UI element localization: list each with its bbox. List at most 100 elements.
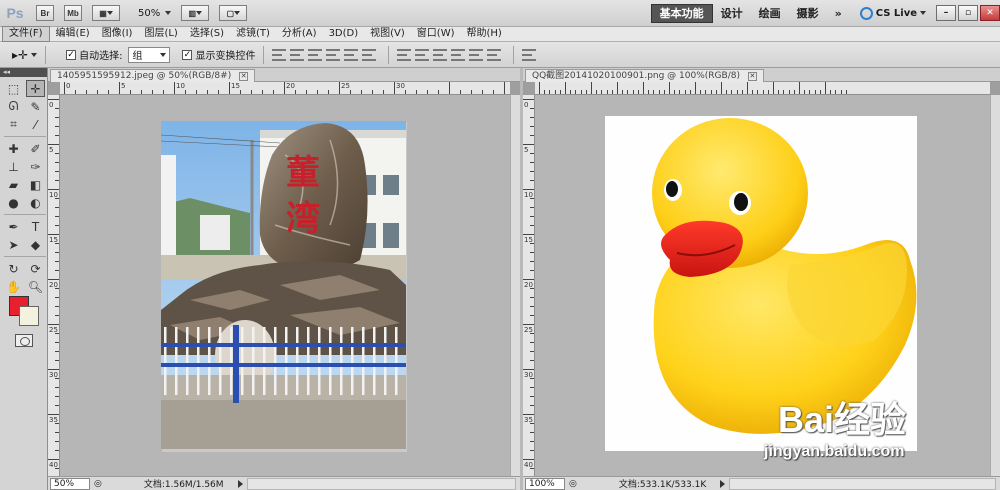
ruler-tick	[530, 225, 534, 226]
brush-tool-icon[interactable]: ✐	[26, 140, 45, 157]
align-hcenter-icon[interactable]	[344, 48, 359, 61]
move-tool-icon[interactable]: ✛	[26, 80, 45, 97]
zoom-field[interactable]: 100%	[525, 477, 565, 490]
lasso-tool-icon[interactable]: ᘏ	[4, 98, 23, 115]
quick-select-tool-icon[interactable]: ✎	[26, 98, 45, 115]
menu-item-3[interactable]: 图层(L)	[138, 27, 183, 41]
document-tab-2[interactable]: QQ截图20141020100901.png @ 100%(RGB/8) ✕	[525, 69, 764, 82]
horizontal-scrollbar[interactable]	[246, 477, 516, 490]
align-vcenter-icon[interactable]	[290, 48, 305, 61]
menu-item-4[interactable]: 选择(S)	[184, 27, 230, 41]
ruler-tick	[523, 234, 534, 235]
distribute-top-icon[interactable]	[397, 48, 412, 61]
status-info-icon[interactable]: ◎	[94, 479, 102, 489]
horizontal-ruler[interactable]: 0 5 10 15 20 25 30	[60, 82, 510, 95]
align-bottom-icon[interactable]	[308, 48, 323, 61]
tools-panel-header[interactable]: ◂◂	[0, 68, 47, 77]
horizontal-scrollbar[interactable]	[729, 477, 996, 490]
horizontal-ruler[interactable]	[535, 82, 990, 95]
blur-tool-icon[interactable]: ●	[4, 194, 23, 211]
tool-preset-picker[interactable]: ▸✛	[12, 48, 38, 62]
auto-select-checkbox[interactable]: ✓ 自动选择:	[66, 47, 122, 62]
menu-item-0[interactable]: 文件(F)	[2, 26, 50, 42]
menu-item-2[interactable]: 图像(I)	[96, 27, 139, 41]
ruler-tick	[530, 261, 534, 262]
launch-minibridge-button[interactable]: Mb	[64, 5, 82, 21]
document-tab-1[interactable]: 1405951595912.jpeg @ 50%(RGB/8#) ✕	[50, 69, 256, 82]
restore-icon[interactable]: ▫	[958, 5, 978, 21]
marquee-tool-icon[interactable]: ⬚	[4, 80, 23, 97]
screen-mode-button[interactable]: ▢	[219, 5, 248, 21]
eyedropper-tool-icon[interactable]: ⁄	[26, 116, 45, 133]
vertical-scrollbar[interactable]	[510, 95, 520, 476]
zoom-tool-icon[interactable]: 🔍︎	[26, 278, 45, 295]
close-icon[interactable]: ✕	[239, 72, 249, 81]
close-icon[interactable]: ✕	[747, 72, 757, 81]
workspace-0[interactable]: 基本功能	[650, 3, 713, 23]
workspace-3[interactable]: 摄影	[789, 5, 827, 21]
menu-item-8[interactable]: 视图(V)	[364, 27, 411, 41]
workspace-2[interactable]: 绘画	[751, 5, 789, 21]
crop-tool-icon[interactable]: ⌗	[4, 116, 23, 133]
menu-item-6[interactable]: 分析(A)	[276, 27, 323, 41]
view-extras-button[interactable]: ▦	[92, 5, 120, 21]
shape-tool-icon[interactable]: ◆	[26, 236, 45, 253]
ruler-tick	[627, 90, 629, 94]
menu-item-9[interactable]: 窗口(W)	[411, 27, 461, 41]
vertical-scrollbar[interactable]	[990, 95, 1000, 476]
path-select-tool-icon[interactable]: ➤	[4, 236, 23, 253]
canvas-area[interactable]: 董 湾	[60, 95, 510, 476]
3d-rotate-tool-icon[interactable]: ↻	[4, 260, 23, 277]
ruler-label: 25	[524, 326, 533, 334]
workspace-1[interactable]: 设计	[713, 5, 751, 21]
pen-tool-icon[interactable]: ✒	[4, 218, 23, 235]
menu-item-1[interactable]: 编辑(E)	[50, 27, 96, 41]
zoom-field[interactable]: 50%	[50, 477, 90, 490]
menu-item-7[interactable]: 3D(D)	[323, 27, 365, 41]
distribute-left-icon[interactable]	[451, 48, 466, 61]
launch-bridge-button[interactable]: Br	[36, 5, 54, 21]
ruler-tick	[530, 351, 534, 352]
align-top-icon[interactable]	[272, 48, 287, 61]
cs-live-button[interactable]: CS Live	[859, 6, 926, 20]
clone-stamp-tool-icon[interactable]: ⊥	[4, 158, 23, 175]
distribute-vcenter-icon[interactable]	[415, 48, 430, 61]
align-left-icon[interactable]	[326, 48, 341, 61]
type-tool-icon[interactable]: T	[26, 218, 45, 235]
history-brush-tool-icon[interactable]: ✑	[26, 158, 45, 175]
canvas-area[interactable]	[535, 95, 990, 476]
menu-item-5[interactable]: 滤镜(T)	[230, 27, 276, 41]
status-menu-arrow-icon[interactable]	[237, 479, 243, 488]
show-transform-controls-checkbox[interactable]: ✓ 显示变换控件	[182, 47, 255, 62]
minimize-icon[interactable]: –	[936, 5, 956, 21]
ruler-tick	[804, 90, 806, 94]
auto-align-layers-icon[interactable]	[522, 48, 537, 61]
ruler-tick	[530, 450, 534, 451]
cs-live-icon	[859, 6, 873, 20]
healing-brush-tool-icon[interactable]: ✚	[4, 140, 23, 157]
distribute-hcenter-icon[interactable]	[469, 48, 484, 61]
quick-mask-icon[interactable]	[15, 334, 33, 347]
divider	[45, 45, 47, 64]
3d-orbit-tool-icon[interactable]: ⟳	[26, 260, 45, 277]
zoom-level-select[interactable]: 50%	[138, 8, 172, 19]
hand-tool-icon[interactable]: ✋	[4, 278, 23, 295]
align-right-icon[interactable]	[362, 48, 377, 61]
background-color-swatch[interactable]	[19, 306, 39, 326]
status-menu-arrow-icon[interactable]	[720, 479, 726, 488]
eraser-tool-icon[interactable]: ▰	[4, 176, 23, 193]
more-workspaces-button[interactable]: »	[827, 7, 850, 20]
ruler-label: 40	[49, 461, 58, 469]
auto-select-target-select[interactable]: 组	[128, 46, 171, 63]
ruler-tick	[449, 82, 450, 94]
distribute-right-icon[interactable]	[487, 48, 502, 61]
dodge-tool-icon[interactable]: ◐	[26, 194, 45, 211]
close-icon[interactable]: ✕	[980, 5, 1000, 21]
vertical-ruler[interactable]: 0 5 10 15 20 25 30 35 40	[523, 95, 535, 476]
vertical-ruler[interactable]: 0 5 10 15 20 25 30 35 40	[48, 95, 60, 476]
menu-item-10[interactable]: 帮助(H)	[461, 27, 508, 41]
arrange-documents-button[interactable]: ▥	[181, 5, 210, 21]
distribute-bottom-icon[interactable]	[433, 48, 448, 61]
status-info-icon[interactable]: ◎	[569, 479, 577, 489]
gradient-tool-icon[interactable]: ◧	[26, 176, 45, 193]
